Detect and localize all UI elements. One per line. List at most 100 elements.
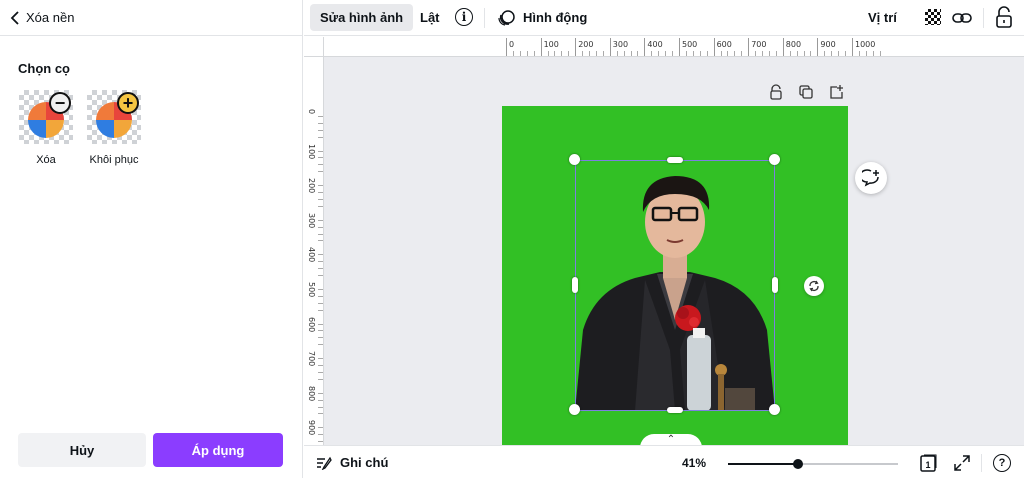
ruler-minor-tick (589, 51, 591, 56)
help-icon[interactable]: ? (993, 454, 1011, 472)
ruler-minor-tick (318, 240, 323, 242)
ruler-minor-tick (582, 51, 584, 56)
ruler-minor-tick (318, 309, 323, 311)
zoom-slider-knob[interactable] (792, 459, 803, 469)
ruler-minor-tick (706, 51, 708, 56)
apply-button[interactable]: Áp dụng (153, 433, 283, 467)
back-button[interactable]: Xóa nền (10, 10, 74, 25)
toolbar-divider (983, 8, 984, 28)
ruler-minor-tick (519, 51, 521, 56)
ruler-minor-tick (762, 51, 764, 56)
ruler-minor-tick (318, 254, 323, 256)
fullscreen-icon[interactable] (954, 455, 970, 471)
resize-handle-bottom-right[interactable] (769, 404, 780, 415)
design-canvas[interactable]: 0 100 200 300 400 500 600 700 800 900 1000 0 100 200… (304, 37, 1024, 445)
ruler-minor-tick (318, 226, 323, 228)
ruler-minor-tick (318, 122, 323, 124)
cancel-button[interactable]: Hủy (18, 433, 146, 467)
ruler-tick-label: 500 (307, 282, 316, 298)
ruler-minor-tick (796, 51, 798, 56)
ruler-minor-tick (561, 51, 563, 56)
ruler-tick-label: 300 (307, 212, 316, 229)
ruler-minor-tick (665, 51, 667, 56)
animate-icon (498, 9, 515, 26)
lock-page-icon[interactable] (768, 84, 784, 100)
ruler-minor-tick (741, 51, 743, 56)
brush-section-title: Chọn cọ (18, 61, 70, 76)
ruler-minor-tick (318, 358, 323, 360)
ruler-tick-label: 700 (748, 38, 767, 56)
flip-button[interactable]: Lật (420, 4, 440, 31)
ruler-minor-tick (318, 288, 323, 290)
resize-handle-left[interactable] (572, 277, 578, 293)
horizontal-ruler: 0 100 200 300 400 500 600 700 800 900 1000 (304, 37, 1024, 57)
ruler-minor-tick (318, 302, 323, 304)
edit-image-button[interactable]: Sửa hình ảnh (310, 4, 414, 31)
add-comment-button[interactable] (855, 162, 887, 194)
top-toolbar: Sửa hình ảnh Lật i Hình động Vị trí (304, 0, 1024, 36)
ruler-minor-tick (318, 164, 323, 166)
ruler-tick-label: 700 (307, 351, 316, 367)
ruler-minor-tick (512, 51, 514, 56)
ruler-minor-tick (318, 337, 323, 339)
zoom-percentage: 41% (682, 456, 707, 470)
ruler-minor-tick (318, 330, 323, 332)
restore-brush-label: Khôi phục (89, 154, 139, 166)
erase-brush-option[interactable]: − Xóa (18, 90, 74, 166)
bottom-divider (981, 454, 982, 472)
info-icon[interactable]: i (455, 8, 473, 26)
ruler-tick-label: 500 (678, 38, 698, 56)
collapse-pages-button[interactable]: ⌃ (640, 434, 702, 445)
ruler-minor-tick (658, 51, 660, 56)
resize-handle-bottom[interactable] (667, 407, 683, 413)
resize-handle-right[interactable] (772, 277, 778, 293)
ruler-minor-tick (720, 51, 722, 56)
selection-frame (575, 160, 775, 411)
ruler-minor-tick (318, 136, 323, 138)
panel-header: Xóa nền (0, 0, 303, 36)
duplicate-page-icon[interactable] (798, 84, 814, 100)
rotate-handle[interactable] (804, 276, 824, 296)
resize-handle-top-right[interactable] (769, 154, 780, 165)
ruler-tick-label: 800 (782, 38, 802, 56)
ruler-minor-tick (685, 51, 687, 56)
zoom-slider-fill (728, 463, 798, 465)
position-button[interactable]: Vị trí (868, 4, 897, 31)
ruler-minor-tick (318, 392, 323, 394)
resize-handle-top[interactable] (667, 157, 683, 163)
ruler-minor-tick (318, 323, 323, 325)
lock-icon[interactable] (994, 6, 1014, 28)
animate-button[interactable]: Hình động (497, 4, 587, 31)
resize-handle-top-left[interactable] (569, 154, 580, 165)
add-page-icon[interactable] (828, 84, 844, 100)
editor-app: Xóa nền Chọn cọ − Xóa + Khôi phục Hủy Áp… (0, 0, 1024, 478)
ruler-minor-tick (318, 295, 323, 297)
ruler-minor-tick (318, 268, 323, 270)
link-icon[interactable] (952, 8, 972, 28)
notes-button[interactable]: Ghi chú (316, 455, 388, 470)
ruler-minor-tick (630, 51, 632, 56)
restore-brush-icon: + (87, 90, 141, 144)
ruler-tick-label: 100 (540, 38, 559, 56)
ruler-minor-tick (318, 157, 323, 159)
ruler-tick-label: 900 (817, 38, 836, 56)
ruler-tick-label: 300 (609, 38, 629, 56)
transparency-icon[interactable] (925, 9, 941, 25)
ruler-minor-tick (318, 344, 323, 346)
ruler-minor-tick (318, 413, 323, 415)
ruler-minor-tick (858, 51, 860, 56)
pages-icon[interactable]: 1 (919, 454, 937, 472)
ruler-minor-tick (865, 51, 867, 56)
zoom-slider[interactable] (728, 459, 898, 469)
ruler-minor-tick (318, 275, 323, 277)
toolbar-divider (484, 8, 485, 28)
resize-handle-bottom-left[interactable] (569, 404, 580, 415)
ruler-minor-tick (318, 406, 323, 408)
ruler-minor-tick (879, 51, 881, 56)
ruler-tick-label: 400 (644, 38, 663, 56)
ruler-minor-tick (692, 51, 694, 56)
ruler-tick-label: 800 (307, 385, 316, 402)
erase-brush-icon: − (19, 90, 73, 144)
ruler-minor-tick (872, 51, 874, 56)
restore-brush-option[interactable]: + Khôi phục (86, 90, 142, 166)
